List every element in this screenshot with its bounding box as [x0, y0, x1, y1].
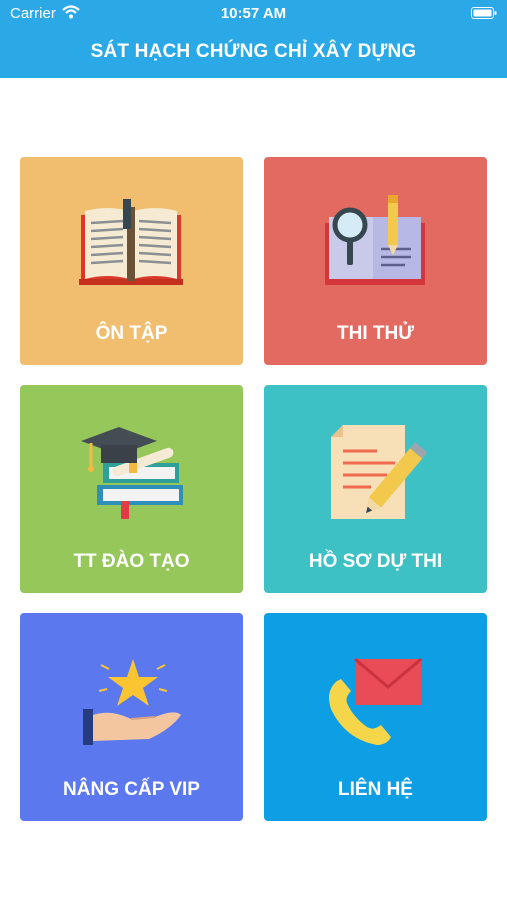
tile-nang-cap-vip[interactable]: NÂNG CẤP VIP [20, 613, 243, 821]
tile-label: LIÊN HỆ [338, 779, 413, 800]
tile-lien-he[interactable]: LIÊN HỆ [264, 613, 487, 821]
status-bar: Carrier 10:57 AM [0, 0, 507, 28]
tile-label: TT ĐÀO TẠO [73, 551, 190, 572]
tile-label: THI THỬ [337, 323, 414, 344]
phone-envelope-icon [329, 657, 422, 745]
status-time: 10:57 AM [220, 5, 287, 22]
tile-tt-dao-tao[interactable]: TT ĐÀO TẠO [20, 385, 243, 593]
page-title: SÁT HẠCH CHỨNG CHỈ XÂY DỰNG [90, 41, 417, 62]
tile-label: ÔN TẬP [95, 323, 168, 344]
tile-ho-so-du-thi[interactable]: HỒ SƠ DỰ THI [264, 385, 487, 593]
tile-on-tap[interactable]: ÔN TẬP [20, 157, 243, 365]
tile-label: HỒ SƠ DỰ THI [308, 551, 443, 572]
battery-icon [471, 7, 497, 19]
graduation-books-icon [81, 427, 183, 519]
app-header: Carrier 10:57 AM SÁT HẠCH CHỨNG CHỈ XÂY … [0, 0, 507, 78]
document-pencil-icon [331, 425, 428, 519]
tile-label: NÂNG CẤP VIP [63, 779, 200, 800]
magnifier-notebook-icon [325, 195, 425, 285]
star-hand-icon [83, 659, 181, 745]
open-book-icon [79, 199, 183, 285]
tile-thi-thu[interactable]: THI THỬ [264, 157, 487, 365]
